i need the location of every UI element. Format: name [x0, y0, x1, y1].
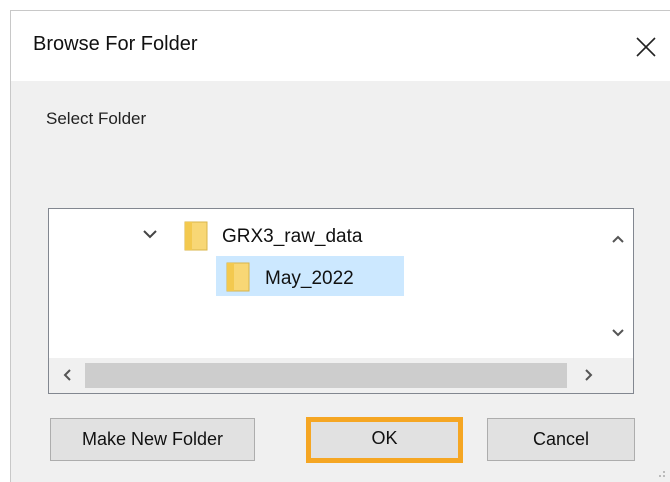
- resize-grip-icon[interactable]: [656, 468, 666, 478]
- horizontal-scroll-thumb[interactable]: [85, 363, 567, 388]
- tree-item-may-2022[interactable]: May_2022: [49, 259, 589, 293]
- horizontal-scrollbar[interactable]: [49, 358, 605, 393]
- folder-icon: [226, 262, 250, 292]
- dialog-title: Browse For Folder: [33, 33, 198, 55]
- scroll-down-icon[interactable]: [612, 329, 624, 337]
- scroll-up-icon[interactable]: [612, 235, 624, 243]
- cancel-button[interactable]: Cancel: [487, 418, 635, 461]
- close-icon: [636, 37, 656, 57]
- folder-icon: [184, 221, 208, 251]
- folder-tree[interactable]: GRX3_raw_data May_2022: [48, 208, 634, 394]
- browse-for-folder-dialog: Browse For Folder Select Folder GRX3_raw…: [10, 10, 670, 482]
- select-folder-label: Select Folder: [46, 109, 147, 128]
- close-button[interactable]: [621, 21, 670, 71]
- scrollbar-corner: [605, 358, 633, 393]
- make-new-folder-button[interactable]: Make New Folder: [50, 418, 255, 461]
- chevron-down-icon[interactable]: [143, 229, 157, 239]
- tree-item-label: May_2022: [265, 268, 354, 289]
- scroll-left-icon[interactable]: [63, 369, 71, 381]
- tree-item-label: GRX3_raw_data: [222, 226, 363, 247]
- title-bar: Browse For Folder: [11, 11, 670, 81]
- vertical-scrollbar[interactable]: [603, 209, 633, 358]
- ok-button[interactable]: OK: [306, 417, 463, 463]
- scroll-right-icon[interactable]: [585, 369, 593, 381]
- tree-item-grx3-raw-data[interactable]: GRX3_raw_data: [49, 219, 589, 253]
